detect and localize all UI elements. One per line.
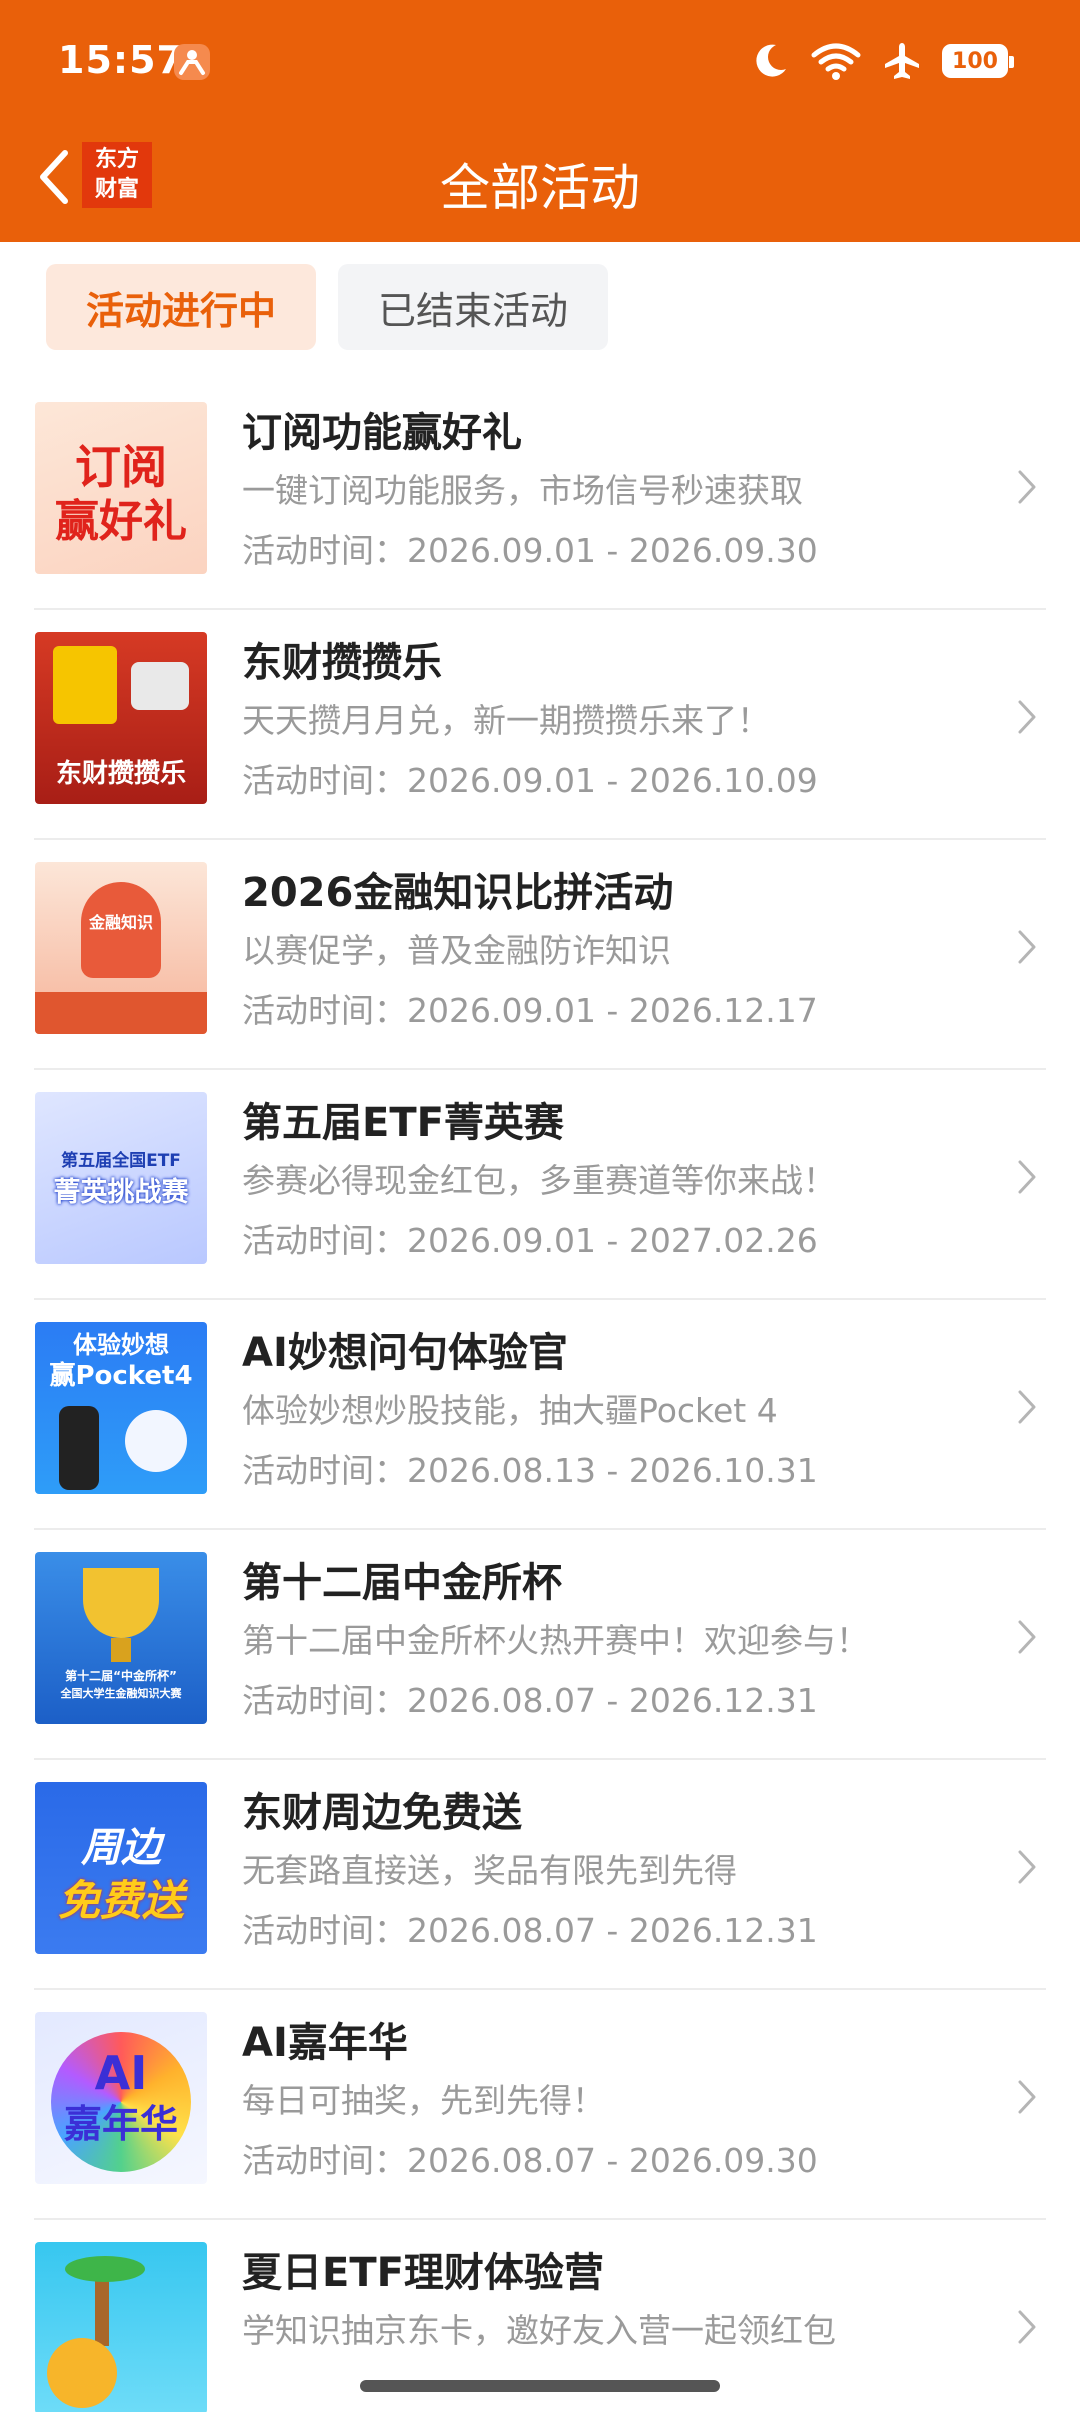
activity-title: 订阅功能赢好礼 — [242, 410, 522, 456]
list-item[interactable]: 周边 免费送 东财周边免费送 无套路直接送，奖品有限先到先得 活动时间：2026… — [34, 1760, 1046, 1990]
activity-time: 活动时间：2026.08.07 - 2026.12.31 — [242, 1681, 818, 1720]
list-item[interactable]: 第五届全国ETF 菁英挑战赛 第五届ETF菁英赛 参赛必得现金红包，多重赛道等你… — [34, 1070, 1046, 1300]
chevron-right-icon — [1018, 470, 1036, 504]
nav-bar: 东方 财富 全部活动 — [0, 120, 1080, 242]
list-item[interactable]: 体验妙想 赢Pocket4 AI妙想问句体验官 体验妙想炒股技能，抽大疆Pock… — [34, 1300, 1046, 1530]
home-indicator[interactable] — [360, 2380, 720, 2392]
thumb-text-2: 赢好礼 — [55, 496, 187, 547]
chevron-right-icon — [1018, 2310, 1036, 2344]
activity-time: 活动时间：2026.08.13 - 2026.10.31 — [242, 1451, 818, 1490]
activity-time: 活动时间：2026.09.01 - 2026.10.09 — [242, 761, 818, 800]
activity-thumbnail — [35, 2242, 207, 2412]
trophy-icon — [83, 1568, 159, 1638]
activity-thumbnail: 周边 免费送 — [35, 1782, 207, 1954]
page-title: 全部活动 — [440, 159, 640, 217]
chevron-right-icon — [1018, 700, 1036, 734]
chevron-right-icon — [1018, 930, 1036, 964]
thumb-text-1: AI — [94, 2046, 148, 2100]
battery-level: 100 — [952, 48, 998, 74]
chevron-right-icon — [1018, 1160, 1036, 1194]
palm-leaves-graphic — [65, 2256, 145, 2282]
chevron-right-icon — [1018, 1620, 1036, 1654]
activity-thumbnail: Kodak 东财攒攒乐 — [35, 632, 207, 804]
robot-graphic — [125, 1410, 187, 1472]
list-item[interactable]: 第十二届“中金所杯” 全国大学生金融知识大赛 第十二届中金所杯 第十二届中金所杯… — [34, 1530, 1046, 1760]
battery-icon: 100 — [942, 44, 1014, 78]
thumb-text-1: 体验妙想 — [73, 1331, 169, 1359]
activity-desc: 第十二届中金所杯火热开赛中！欢迎参与！ — [242, 1621, 869, 1660]
activity-title: 夏日ETF理财体验营 — [242, 2250, 604, 2296]
activity-title: AI妙想问句体验官 — [242, 1330, 568, 1376]
airplane-icon — [885, 43, 919, 79]
activity-desc: 学知识抽京东卡，邀好友入营一起领红包 — [242, 2311, 836, 2350]
status-time: 15:57 — [58, 38, 184, 82]
thumb-text-2: 全国大学生金融知识大赛 — [60, 1687, 182, 1700]
thumb-text-1: 金融知识 — [88, 913, 153, 932]
activity-title: 第五届ETF菁英赛 — [242, 1100, 564, 1146]
coin-graphic — [47, 2338, 117, 2408]
list-item[interactable]: Kodak 东财攒攒乐 东财攒攒乐 天天攒月月兑，新一期攒攒乐来了！ 活动时间：… — [34, 610, 1046, 840]
thumb-text-2: 东财攒攒乐 — [55, 759, 186, 789]
activity-thumbnail: 体验妙想 赢Pocket4 — [35, 1322, 207, 1494]
thumb-text-1: 第十二届“中金所杯” — [65, 1669, 177, 1683]
thumb-text-2: 赢Pocket4 — [49, 1361, 193, 1391]
wifi-icon — [811, 43, 861, 80]
activity-desc: 以赛促学，普及金融防诈知识 — [242, 931, 671, 970]
chevron-right-icon — [1018, 1850, 1036, 1884]
thumb-text-2: 免费送 — [57, 1876, 184, 1925]
activity-time: 活动时间：2026.08.07 - 2026.09.30 — [242, 2141, 818, 2180]
tab-ongoing[interactable]: 活动进行中 — [46, 264, 316, 350]
notification-icon — [174, 44, 210, 80]
tab-ended[interactable]: 已结束活动 — [338, 264, 608, 350]
activity-time: 活动时间：2026.09.01 - 2027.02.26 — [242, 1221, 818, 1260]
device-graphic — [131, 662, 189, 710]
activity-desc: 每日可抽奖，先到先得！ — [242, 2081, 605, 2120]
list-item[interactable]: 金融知识 2026金融知识比拼活动 以赛促学，普及金融防诈知识 活动时间：202… — [34, 840, 1046, 1070]
status-icons: 100 — [750, 36, 1014, 86]
list-item[interactable]: AI 嘉年华 AI嘉年华 每日可抽奖，先到先得！ 活动时间：2026.08.07… — [34, 1990, 1046, 2220]
activity-title: 东财攒攒乐 — [242, 640, 442, 686]
activity-time: 活动时间：2026.09.01 - 2026.12.17 — [242, 991, 818, 1030]
thumb-text-2: 嘉年华 — [63, 2102, 178, 2146]
activity-title: AI嘉年华 — [242, 2020, 408, 2066]
list-item[interactable]: 订阅 赢好礼 订阅功能赢好礼 一键订阅功能服务，市场信号秒速获取 活动时间：20… — [34, 380, 1046, 610]
chevron-right-icon — [1018, 2080, 1036, 2114]
activity-desc: 无套路直接送，奖品有限先到先得 — [242, 1851, 737, 1890]
gimbal-graphic — [59, 1406, 99, 1490]
activity-desc: 一键订阅功能服务，市场信号秒速获取 — [242, 471, 803, 510]
thumb-text-1: 第五届全国ETF — [61, 1151, 181, 1171]
thumb-text-1: 订阅 — [75, 440, 167, 494]
trophy-stem — [111, 1638, 131, 1662]
thumb-text-2: 菁英挑战赛 — [53, 1177, 189, 1208]
thumb-text-1: 周边 — [81, 1825, 161, 1871]
activity-thumbnail: 第十二届“中金所杯” 全国大学生金融知识大赛 — [35, 1552, 207, 1724]
app-header: 15:57 100 东方 财富 全部活动 — [0, 0, 1080, 242]
activity-desc: 体验妙想炒股技能，抽大疆Pocket 4 — [242, 1391, 778, 1430]
chevron-right-icon — [1018, 1390, 1036, 1424]
activity-desc: 天天攒月月兑，新一期攒攒乐来了！ — [242, 701, 770, 740]
activity-thumbnail: AI 嘉年华 — [35, 2012, 207, 2184]
activity-desc: 参赛必得现金红包，多重赛道等你来战！ — [242, 1161, 836, 1200]
activity-list: 订阅 赢好礼 订阅功能赢好礼 一键订阅功能服务，市场信号秒速获取 活动时间：20… — [0, 380, 1080, 2412]
activity-time: 活动时间：2026.08.07 - 2026.12.31 — [242, 1911, 818, 1950]
activity-thumbnail: 第五届全国ETF 菁英挑战赛 — [35, 1092, 207, 1264]
camera-graphic — [53, 646, 117, 724]
activity-thumbnail: 金融知识 — [35, 862, 207, 1034]
activity-tabs: 活动进行中 已结束活动 — [46, 264, 608, 350]
activity-title: 2026金融知识比拼活动 — [242, 870, 674, 916]
moon-icon — [756, 44, 786, 77]
activity-title: 第十二届中金所杯 — [242, 1560, 562, 1606]
activity-time: 活动时间：2026.09.01 - 2026.09.30 — [242, 531, 818, 570]
activity-thumbnail: 订阅 赢好礼 — [35, 402, 207, 574]
stage-graphic — [35, 992, 207, 1034]
status-bar: 15:57 100 — [0, 0, 1080, 120]
activity-title: 东财周边免费送 — [242, 1790, 522, 1836]
